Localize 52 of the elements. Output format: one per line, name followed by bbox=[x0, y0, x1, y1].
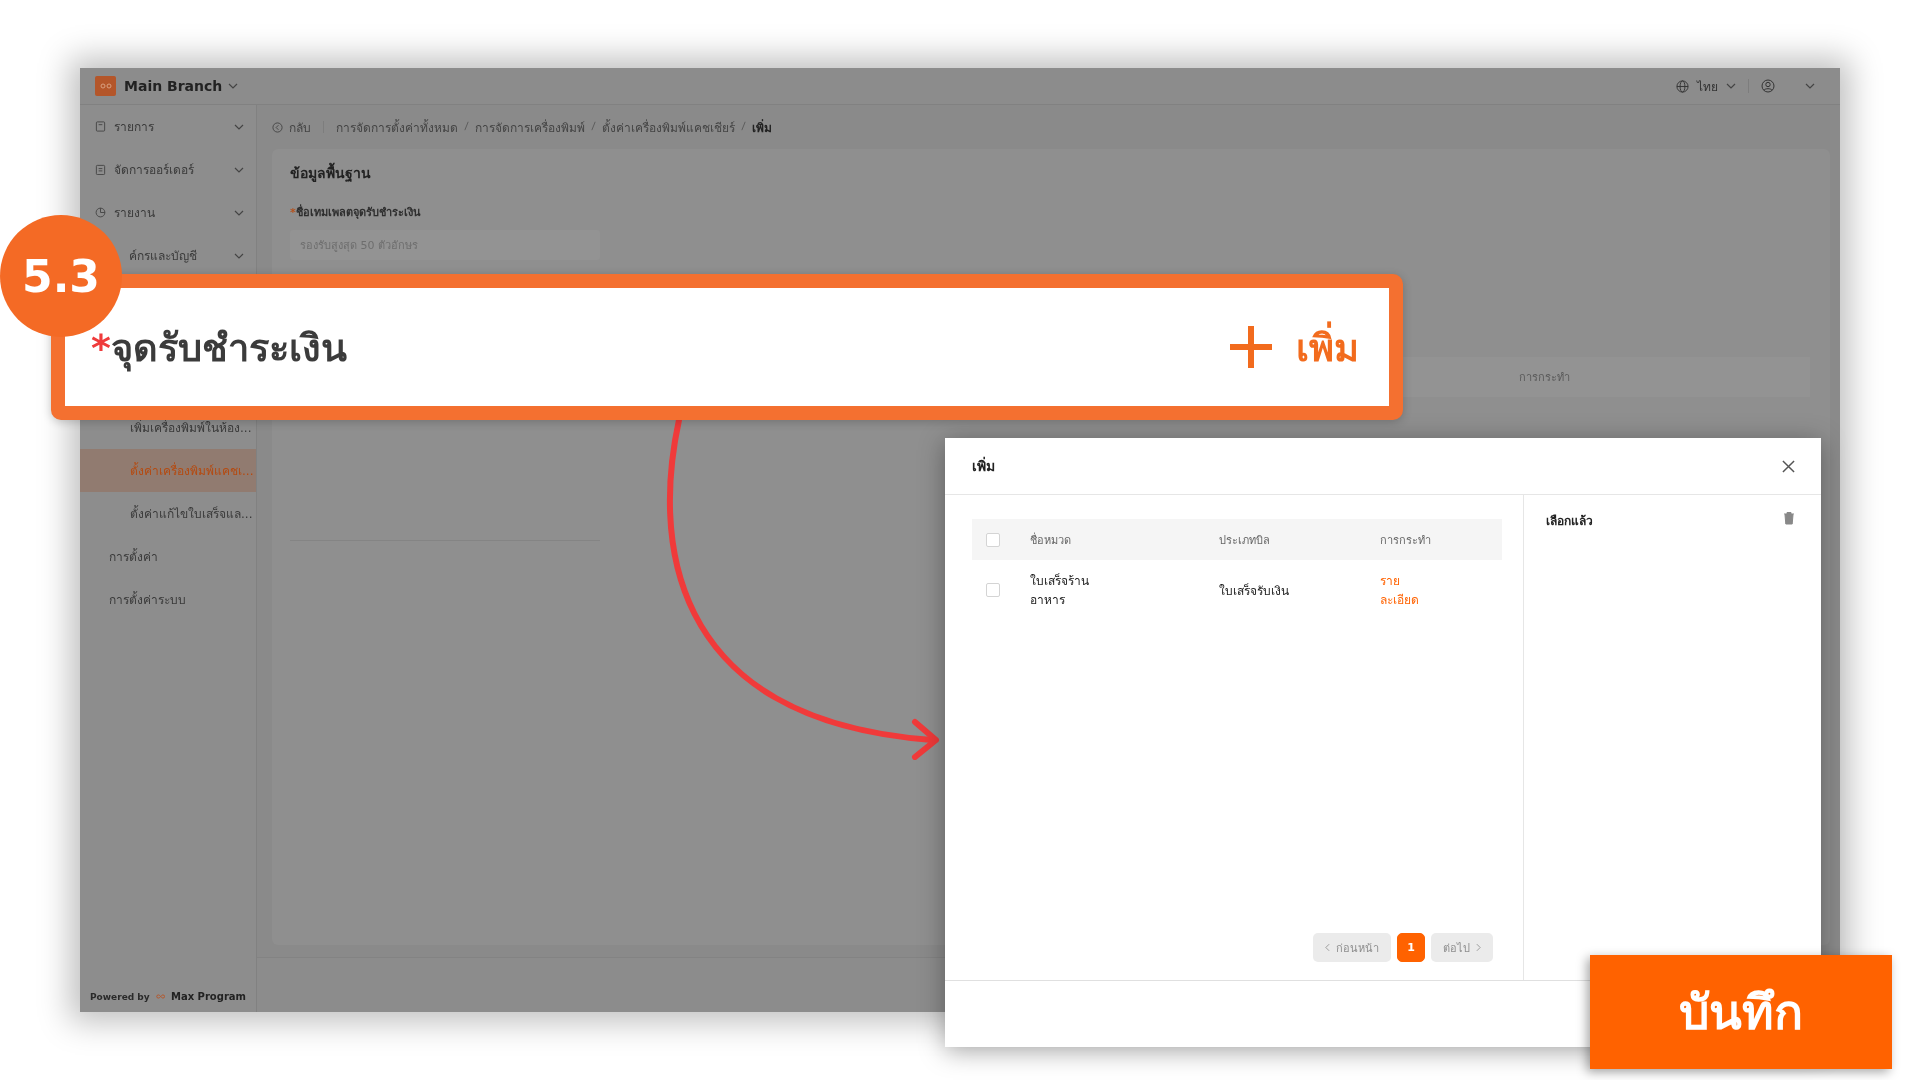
user-icon[interactable] bbox=[1761, 79, 1775, 93]
close-icon[interactable] bbox=[1782, 459, 1795, 473]
save-button[interactable]: บันทึก bbox=[1590, 955, 1892, 1069]
sidebar-item[interactable]: ค์กรและบัญชี bbox=[129, 248, 226, 263]
page-button[interactable]: 1 bbox=[1397, 933, 1425, 962]
chevron-right-icon bbox=[1476, 943, 1481, 952]
chevron-down-icon bbox=[234, 209, 244, 216]
chevron-down-icon bbox=[234, 166, 244, 173]
sidebar-item[interactable]: การตั้งค่าระบบ bbox=[109, 590, 186, 609]
sidebar-item[interactable]: รายการ bbox=[114, 119, 226, 134]
trash-icon[interactable] bbox=[1783, 511, 1795, 525]
powered-by-text: Powered by bbox=[90, 991, 150, 1002]
branch-selector[interactable]: Main Branch bbox=[124, 78, 223, 94]
breadcrumb-link[interactable]: การจัดการตั้งค่าทั้งหมด bbox=[336, 117, 458, 137]
checkbox[interactable] bbox=[986, 532, 1000, 547]
chevron-down-icon[interactable] bbox=[1726, 83, 1736, 89]
back-icon[interactable] bbox=[272, 121, 283, 133]
dialog-title: เพิ่ม bbox=[972, 455, 996, 476]
receipt-icon bbox=[95, 121, 106, 132]
breadcrumb-current: เพิ่ม bbox=[752, 118, 772, 137]
back-link[interactable]: กลับ bbox=[289, 117, 311, 137]
column-header: การกระทำ bbox=[1519, 370, 1570, 386]
clipboard-icon bbox=[95, 164, 106, 175]
section-title: ข้อมูลพื้นฐาน bbox=[290, 163, 1810, 183]
field-label: *ชื่อเทมเพลตจุดรับชำระเงิน bbox=[290, 203, 422, 221]
brand-logo bbox=[95, 76, 116, 96]
chevron-down-icon bbox=[234, 252, 244, 259]
checkbox[interactable] bbox=[986, 583, 1000, 597]
language-selector[interactable]: ไทย bbox=[1697, 76, 1718, 96]
brand-name: Max Program bbox=[170, 991, 246, 1002]
chevron-down-icon[interactable] bbox=[1805, 83, 1815, 89]
chevron-down-icon[interactable] bbox=[228, 83, 239, 89]
chevron-down-icon bbox=[234, 123, 244, 130]
sidebar-item[interactable]: จัดการออร์เดอร์ bbox=[114, 162, 226, 177]
add-button[interactable]: เพิ่ม bbox=[1228, 316, 1359, 378]
column-header: การกระทำ bbox=[1369, 519, 1502, 560]
breadcrumb-link[interactable]: การจัดการเครื่องพิมพ์ bbox=[475, 117, 585, 137]
detail-link[interactable]: รายละเอียด bbox=[1379, 571, 1434, 609]
panel-title: เลือกแล้ว bbox=[1546, 513, 1593, 530]
globe-icon[interactable] bbox=[1676, 79, 1689, 93]
table-cell-text: ใบเสร็จร้านอาหาร bbox=[1030, 572, 1090, 609]
pie-chart-icon bbox=[95, 207, 106, 218]
plus-icon bbox=[1228, 324, 1274, 370]
column-header: ประเภทบิล bbox=[1209, 519, 1370, 560]
chevron-left-icon bbox=[1325, 943, 1330, 952]
breadcrumb-link[interactable]: ตั้งค่าเครื่องพิมพ์แคชเชียร์ bbox=[602, 117, 735, 137]
sidebar-item[interactable]: การตั้งค่า bbox=[109, 547, 158, 566]
sidebar-subitem[interactable]: ตั้งค่าแก้ไขใบเสร็จแล... bbox=[130, 504, 253, 523]
column-header: ชื่อหมวด bbox=[1020, 519, 1210, 560]
infinity-logo-icon bbox=[155, 991, 165, 1002]
sidebar-subitem[interactable]: เพิ่มเครื่องพิมพ์ในห้อง... bbox=[130, 418, 252, 437]
table-cell: ใบเสร็จรับเงิน bbox=[1219, 583, 1290, 598]
